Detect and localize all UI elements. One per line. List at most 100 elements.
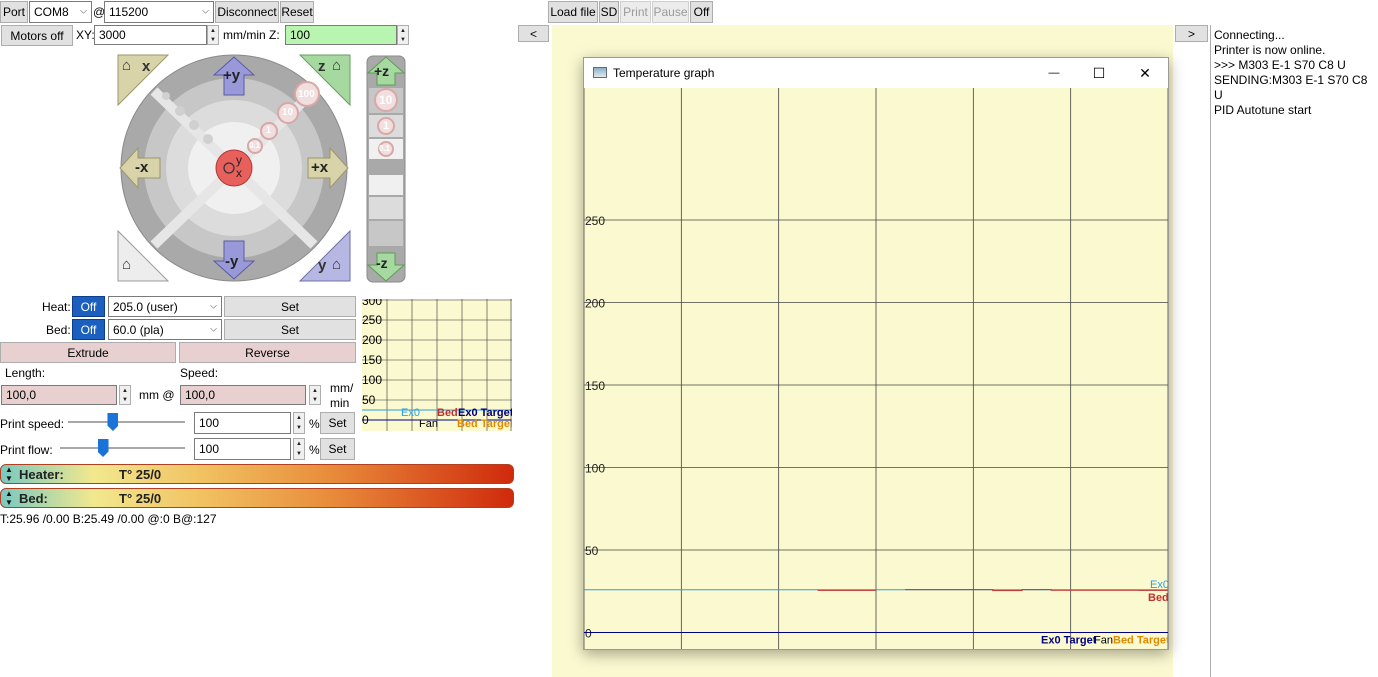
heat-target-value: 205.0 (user)	[113, 299, 178, 314]
z-step-10-down-button[interactable]	[369, 221, 403, 246]
mini-temperature-graph[interactable]: 300 250 200 150 100 50 0 Ex0 Bed Ex0 Tar…	[362, 299, 512, 431]
print-speed-slider-track[interactable]	[68, 421, 185, 423]
print-flow-input[interactable]: 100	[194, 438, 291, 460]
chevron-down-icon: ⌵	[80, 5, 87, 16]
print-speed-input[interactable]: 100	[194, 412, 291, 434]
chart-tick-label: 100	[585, 462, 605, 476]
motors-off-button[interactable]: Motors off	[1, 25, 73, 46]
collapse-right-button[interactable]: >	[1175, 25, 1208, 42]
speed-input[interactable]: 100,0	[180, 385, 306, 405]
port-button[interactable]: Port	[0, 1, 28, 23]
step-100-label: 100	[298, 89, 315, 100]
extrude-button[interactable]: Extrude	[0, 342, 176, 363]
chart-tick-label: 250	[585, 214, 605, 228]
minimize-icon[interactable]: —	[1036, 63, 1072, 83]
bed-set-button[interactable]: Set	[224, 319, 356, 340]
print-flow-slider-thumb[interactable]	[97, 439, 109, 457]
bed-off-button[interactable]: Off	[72, 319, 105, 340]
mini-tick-50: 50	[362, 393, 376, 407]
print-speed-slider-thumb[interactable]	[107, 413, 119, 431]
sd-button[interactable]: SD	[599, 1, 619, 23]
port-value: COM8	[34, 5, 69, 19]
spin-up-icon: ▲	[296, 415, 302, 421]
disconnect-button[interactable]: Disconnect	[215, 1, 279, 23]
track-dot	[162, 92, 170, 100]
chart-tick-label: 0	[585, 627, 592, 641]
print-speed-set-button[interactable]: Set	[320, 412, 355, 434]
home-all-icon: ⌂	[122, 256, 132, 273]
z-step-1-down-button[interactable]	[369, 197, 403, 219]
port-select[interactable]: COM8 ⌵	[29, 1, 92, 23]
step-01-label: 0.1	[249, 141, 261, 150]
baud-value: 115200	[109, 5, 149, 19]
z-step-1-label: 1	[383, 120, 390, 132]
spin-down-icon: ▼	[210, 36, 216, 43]
chart-legend-ex0: Ex0	[1150, 579, 1168, 591]
spin-up-icon: ▲	[296, 441, 302, 447]
pause-button[interactable]: Pause	[652, 1, 689, 23]
z-step-01-down-button[interactable]	[369, 175, 403, 195]
baud-select[interactable]: 115200 ⌵	[104, 1, 214, 23]
z-step-01-label: 0.1	[379, 144, 391, 153]
console-line: PID Autotune start	[1214, 103, 1312, 117]
chevron-down-icon: ⌵	[210, 299, 217, 310]
xy-feedrate-input[interactable]: 3000	[94, 25, 207, 45]
mini-tick-150: 150	[362, 353, 383, 367]
heat-set-button[interactable]: Set	[224, 296, 356, 317]
chart-legend-bed-target: Bed Target	[1113, 635, 1168, 647]
print-flow-set-button[interactable]: Set	[320, 438, 355, 460]
window-title: Temperature graph	[613, 66, 715, 80]
print-flow-slider-track[interactable]	[60, 447, 185, 449]
reverse-button[interactable]: Reverse	[179, 342, 356, 363]
bed-target-value: 60.0 (pla)	[113, 322, 164, 337]
chart-tick-label: 150	[585, 379, 605, 393]
heat-target-select[interactable]: 205.0 (user) ⌵	[108, 296, 222, 317]
mm-at-label: mm @	[139, 388, 175, 402]
print-flow-label: Print flow:	[0, 443, 53, 457]
heat-off-button[interactable]: Off	[72, 296, 105, 317]
xy-feedrate-spinner[interactable]: ▲ ▼	[207, 25, 219, 45]
reset-button[interactable]: Reset	[280, 1, 314, 23]
home-x-label: x	[142, 58, 151, 75]
speed-label: Speed:	[180, 366, 219, 380]
chart-legend-ex0-target: Ex0 Target	[1041, 635, 1097, 647]
home-icon: ⌂	[122, 57, 132, 74]
print-flow-spinner[interactable]: ▲ ▼	[293, 438, 305, 460]
mini-tick-0: 0	[362, 413, 369, 427]
bed-target-select[interactable]: 60.0 (pla) ⌵	[108, 319, 222, 340]
length-spinner[interactable]: ▲ ▼	[119, 385, 131, 405]
temperature-graph-window[interactable]: Temperature graph — ☐ ✕ 0 50 100 150 200 250 E…	[583, 57, 1169, 650]
speed-unit-label-1: mm/	[330, 381, 354, 395]
spin-down-icon: ▼	[400, 36, 406, 43]
z-jog-control[interactable]	[366, 55, 406, 283]
z-feedrate-spinner[interactable]: ▲ ▼	[397, 25, 409, 45]
maximize-icon[interactable]: ☐	[1081, 63, 1117, 83]
units-label: mm/min Z:	[223, 28, 280, 42]
spin-up-icon: ▲	[210, 27, 216, 34]
mini-legend-bed: Bed	[437, 407, 458, 419]
temperature-chart[interactable]: 0 50 100 150 200 250 Ex0Bed Ex0 TargetFan Bed Ta…	[584, 88, 1168, 649]
track-dot	[175, 106, 185, 116]
speed-spinner[interactable]: ▲ ▼	[309, 385, 321, 405]
print-button[interactable]: Print	[620, 1, 651, 23]
mini-tick-100: 100	[362, 373, 383, 387]
spin-up-icon: ▲	[312, 387, 318, 394]
window-titlebar[interactable]: Temperature graph — ☐ ✕	[584, 58, 1168, 88]
print-speed-spinner[interactable]: ▲ ▼	[293, 412, 305, 434]
close-icon[interactable]: ✕	[1127, 63, 1163, 83]
home-icon: ⌂	[332, 256, 342, 273]
home-y-label: y	[318, 257, 327, 274]
xy-label: XY:	[76, 28, 95, 42]
load-file-button[interactable]: Load file	[548, 1, 598, 23]
chevron-down-icon: ⌵	[210, 322, 217, 333]
console-log[interactable]: Connecting... Printer is now online. >>>…	[1210, 25, 1378, 677]
z-step-10-label: 10	[379, 93, 393, 107]
heater-gauge-label: Heater:	[19, 467, 64, 482]
z-feedrate-input[interactable]: 100	[285, 25, 397, 45]
off-button[interactable]: Off	[690, 1, 713, 23]
spin-down-icon: ▼	[122, 396, 128, 403]
length-input[interactable]: 100,0	[1, 385, 117, 405]
collapse-left-button[interactable]: <	[518, 25, 549, 42]
print-speed-percent: %	[309, 417, 320, 431]
track-dot	[189, 120, 199, 130]
